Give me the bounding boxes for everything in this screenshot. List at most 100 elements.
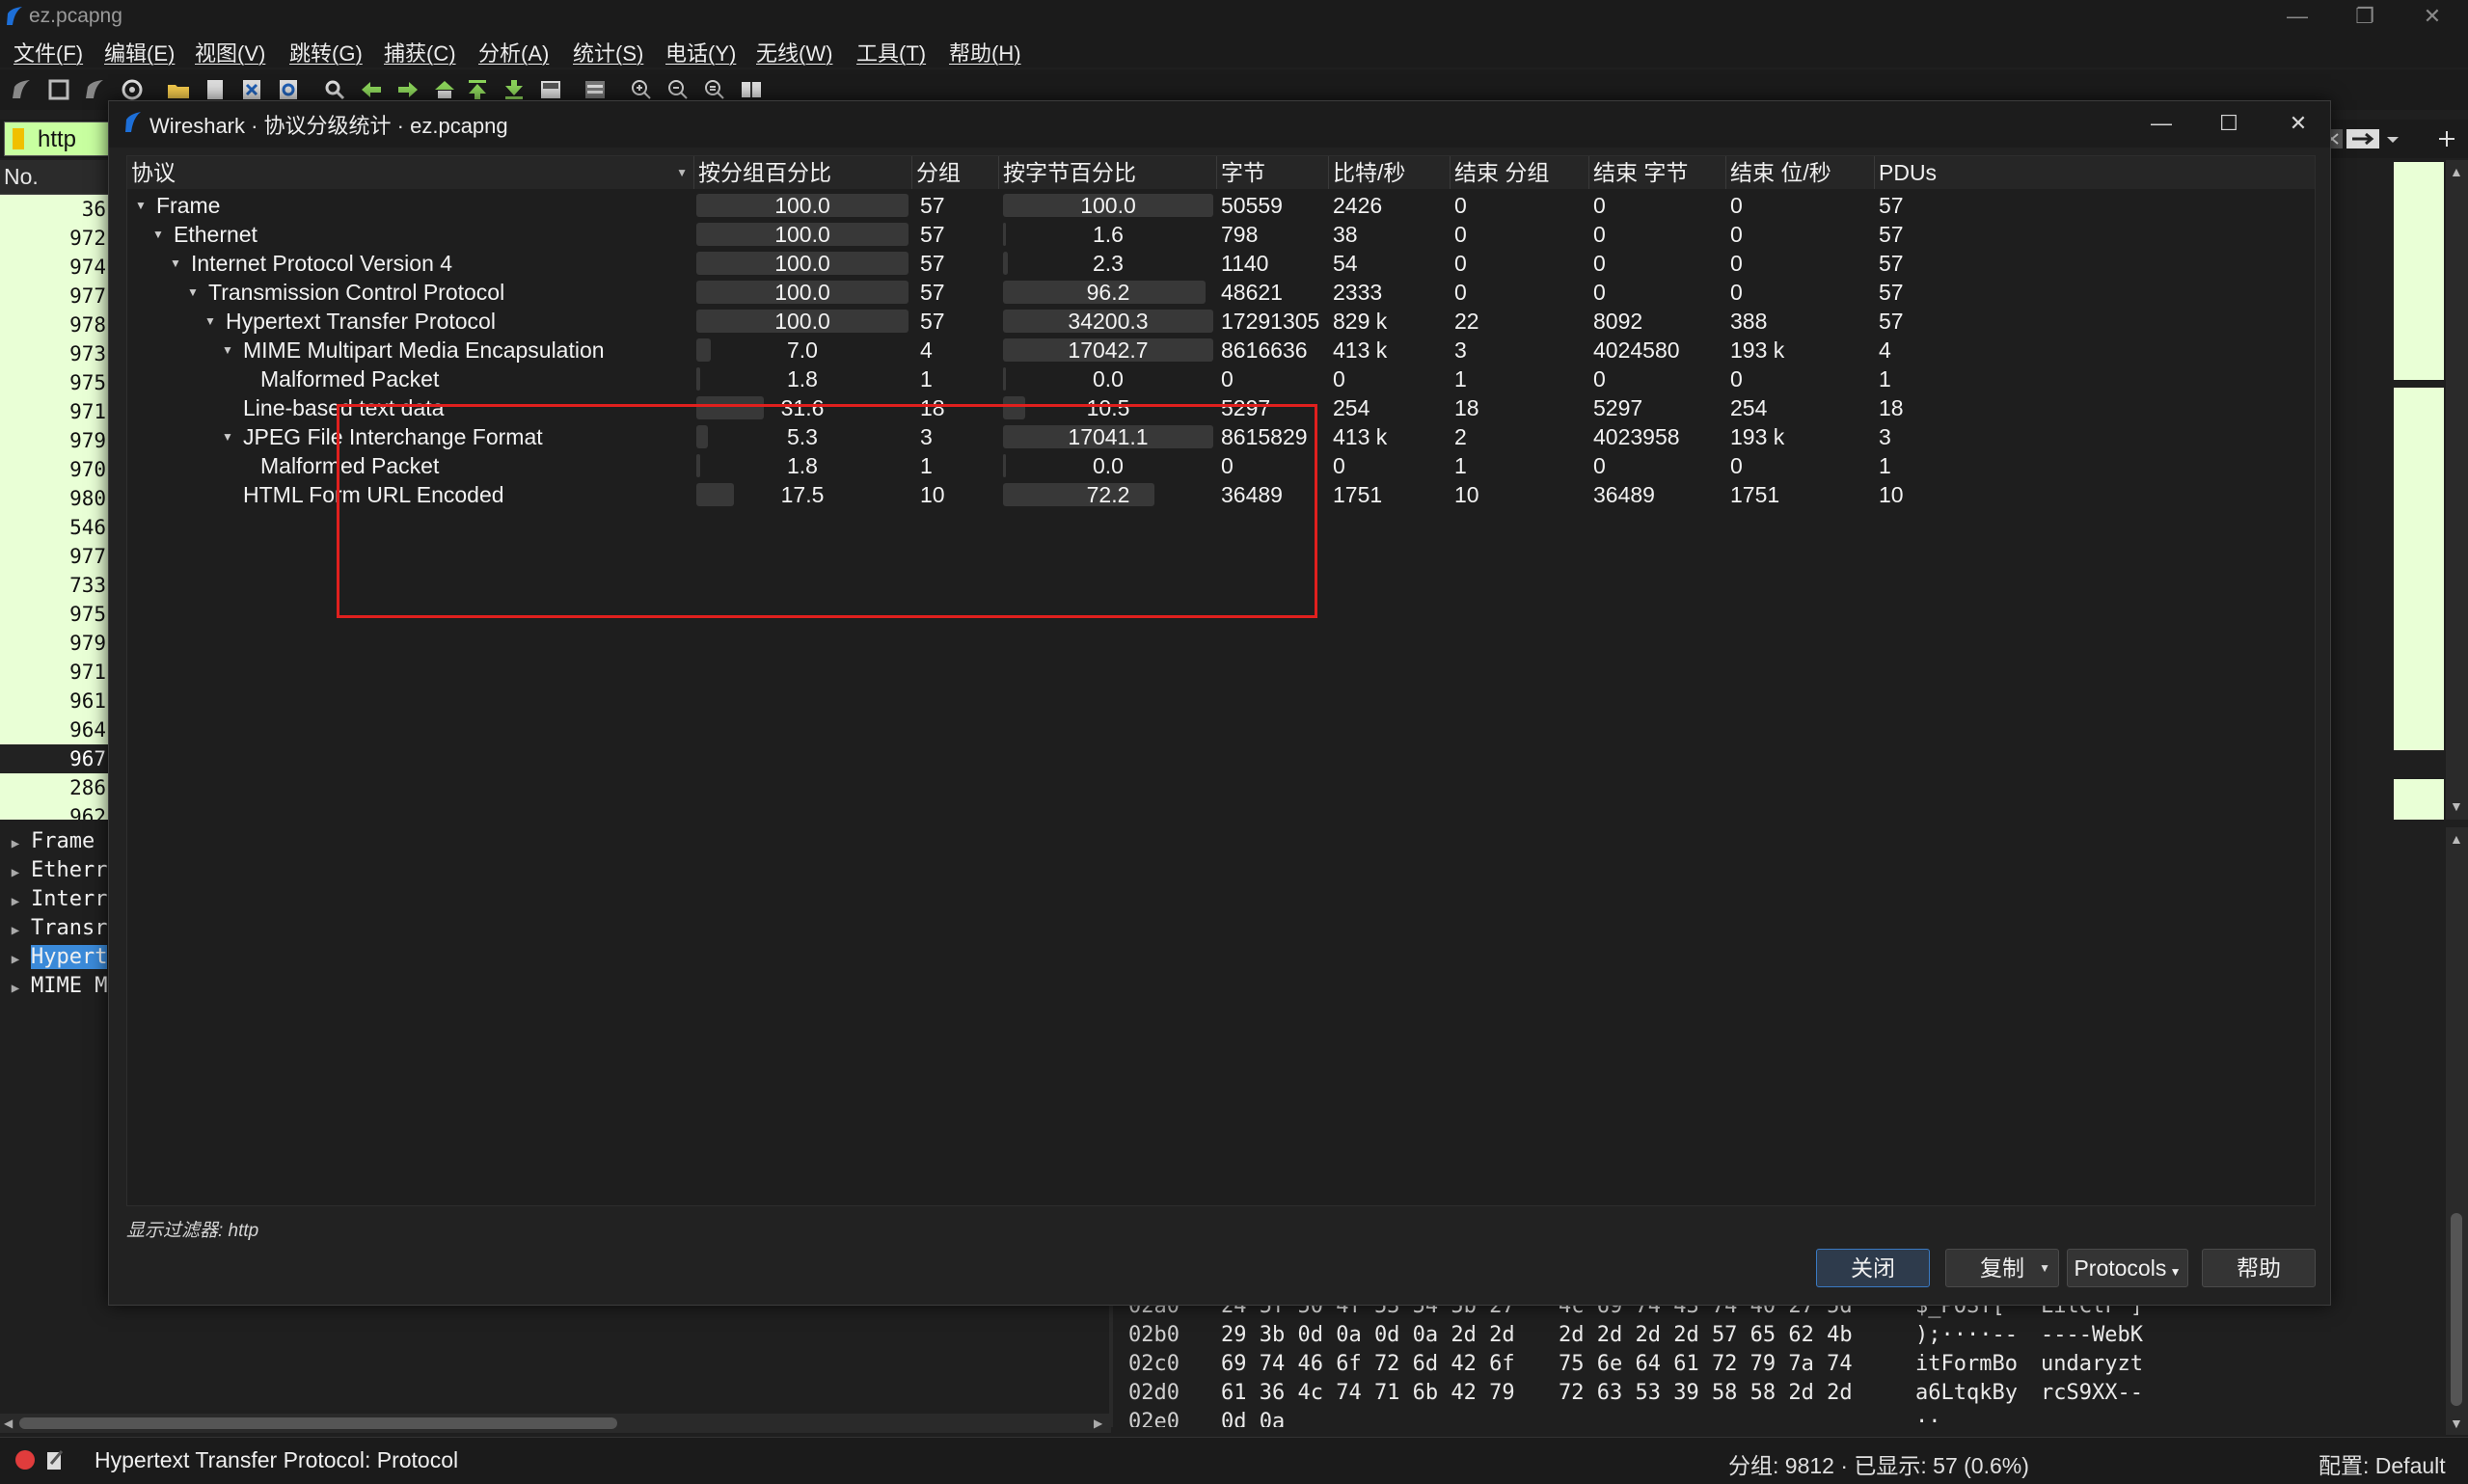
packet-row[interactable]: 979 (0, 629, 108, 658)
detail-row[interactable]: ▶ Frame (0, 827, 108, 856)
help-button[interactable]: 帮助 (2202, 1249, 2316, 1287)
chevron-right-icon[interactable]: ▶ (0, 858, 31, 885)
chevron-right-icon[interactable]: ▶ (0, 974, 31, 1001)
menu-view[interactable]: 视图(V) (195, 37, 265, 67)
capture-options-icon[interactable] (120, 77, 145, 102)
packet-row[interactable]: 972 (0, 224, 108, 253)
packet-row[interactable]: 36 (0, 195, 108, 224)
detail-row[interactable]: ▶ Etherr (0, 856, 108, 885)
column-end-packets[interactable]: 结束 分组 (1451, 156, 1589, 189)
detail-row[interactable]: ▶ Transr (0, 914, 108, 943)
packet-bytes-pane[interactable]: 02a0 24 5f 50 4f 53 54 5b 27 4c 69 74 43 7… (1119, 1302, 2440, 1427)
detail-row[interactable]: ▶ Interr (0, 885, 108, 914)
protocol-row[interactable]: ▼ Internet Protocol Version 4 100.0 2.3 57 11… (127, 249, 2315, 278)
chevron-right-icon[interactable]: ▶ (0, 945, 31, 972)
close-window-button[interactable]: ✕ (2403, 2, 2461, 31)
menu-analyze[interactable]: 分析(A) (478, 37, 549, 67)
packet-row[interactable]: 980 (0, 484, 108, 513)
chevron-down-icon[interactable]: ▼ (183, 278, 203, 307)
chevron-right-icon[interactable]: ▶ (0, 829, 31, 856)
bookmark-icon[interactable] (13, 128, 24, 149)
restart-capture-icon[interactable] (83, 77, 108, 102)
close-file-icon[interactable] (239, 77, 264, 102)
protocol-row[interactable]: ▼ Hypertext Transfer Protocol 100.0 34200.3… (127, 307, 2315, 336)
packet-row[interactable]: 975 (0, 600, 108, 629)
profile-status[interactable]: 配置: Default (2319, 1447, 2446, 1480)
protocol-hierarchy-tree[interactable]: 协议 ▼ 按分组百分比 分组 按字节百分比 字节 比特/秒 结束 分组 结束 字… (126, 155, 2316, 1206)
minimize-button[interactable]: — (2268, 2, 2326, 31)
menu-wireless[interactable]: 无线(W) (756, 37, 832, 67)
bytes-scrollbar[interactable]: ▲ ▼ (2446, 827, 2468, 1435)
packet-row[interactable]: 978 (0, 310, 108, 339)
packet-row[interactable]: 964 (0, 715, 108, 744)
menu-tools[interactable]: 工具(T) (856, 37, 926, 67)
capture-comment-icon[interactable] (46, 1449, 64, 1471)
column-bytes[interactable]: 字节 (1217, 156, 1329, 189)
packet-row[interactable]: 546 (0, 513, 108, 542)
dialog-minimize-button[interactable]: — (2132, 107, 2190, 140)
packet-row[interactable]: 977 (0, 282, 108, 310)
menu-go[interactable]: 跳转(G) (289, 37, 363, 67)
packet-row[interactable]: 962 (0, 802, 108, 820)
packet-list-header[interactable]: No. (0, 160, 116, 195)
menu-file[interactable]: 文件(F) (14, 37, 83, 67)
protocols-button[interactable]: Protocols ▼ (2067, 1249, 2188, 1287)
save-file-icon[interactable] (203, 77, 228, 102)
column-protocol[interactable]: 协议 ▼ (127, 156, 694, 189)
menu-capture[interactable]: 捕获(C) (384, 37, 456, 67)
chevron-down-icon[interactable]: ▼ (166, 249, 185, 278)
packet-row[interactable]: 971 (0, 397, 108, 426)
stop-capture-icon[interactable] (46, 77, 71, 102)
column-bits-per-sec[interactable]: 比特/秒 (1329, 156, 1451, 189)
column-end-bytes[interactable]: 结束 字节 (1589, 156, 1726, 189)
open-file-icon[interactable] (166, 77, 191, 102)
first-packet-icon[interactable] (465, 77, 490, 102)
pane-divider[interactable] (1109, 1302, 1113, 1427)
packet-row[interactable]: 961 (0, 687, 108, 715)
go-forward-icon[interactable] (395, 77, 420, 102)
packet-row[interactable]: 979 (0, 426, 108, 455)
details-hscrollbar[interactable]: ◀ ▶ (0, 1414, 1111, 1433)
menu-edit[interactable]: 编辑(E) (104, 37, 175, 67)
protocol-row[interactable]: ▼ Frame 100.0 100.0 57 50559 2426 0 0 0 57 (127, 191, 2315, 220)
menu-help[interactable]: 帮助(H) (949, 37, 1021, 67)
display-filter-input[interactable]: http (4, 121, 110, 156)
start-capture-icon[interactable] (10, 77, 35, 102)
packet-details-pane[interactable]: ▶ Frame ▶ Etherr ▶ Interr ▶ Transr ▶ Hypert ▶ MIME … (0, 827, 108, 1425)
chevron-down-icon[interactable]: ▼ (218, 336, 237, 364)
chevron-down-icon[interactable]: ▼ (201, 307, 220, 336)
packet-row[interactable]: 974 (0, 253, 108, 282)
find-packet-icon[interactable] (322, 77, 347, 102)
packet-list[interactable]: 36 972 974 977 978 973 975 971 979 970 980 546 977 73… (0, 195, 108, 820)
column-pct-packets[interactable]: 按分组百分比 (694, 156, 912, 189)
dialog-maximize-button[interactable]: ☐ (2200, 107, 2258, 140)
column-packets[interactable]: 分组 (912, 156, 999, 189)
expert-info-icon[interactable] (15, 1450, 35, 1470)
chevron-down-icon[interactable]: ▼ (131, 191, 150, 220)
filter-controls[interactable] (2319, 123, 2464, 154)
colorize-icon[interactable] (583, 77, 608, 102)
chevron-down-icon[interactable]: ▼ (218, 422, 237, 451)
packet-list-scrollbar[interactable]: ▲ ▼ (2446, 160, 2468, 820)
packet-row[interactable]: 975 (0, 368, 108, 397)
column-end-bits-per-sec[interactable]: 结束 位/秒 (1726, 156, 1875, 189)
chevron-right-icon[interactable]: ▶ (0, 916, 31, 943)
reload-file-icon[interactable] (276, 77, 301, 102)
packet-row[interactable]: 973 (0, 339, 108, 368)
packet-row[interactable]: 286 (0, 773, 108, 802)
restore-button[interactable]: ❐ (2336, 2, 2394, 31)
menu-telephony[interactable]: 电话(Y) (665, 37, 736, 67)
zoom-in-icon[interactable] (629, 77, 654, 102)
chevron-down-icon[interactable]: ▼ (149, 220, 168, 249)
close-button[interactable]: 关闭 (1816, 1249, 1930, 1287)
column-pdus[interactable]: PDUs (1875, 156, 2315, 189)
last-packet-icon[interactable] (502, 77, 527, 102)
packet-row[interactable]: 977 (0, 542, 108, 571)
protocol-row[interactable]: ▼ Ethernet 100.0 1.6 57 798 38 0 0 0 57 (127, 220, 2315, 249)
packet-row[interactable]: 733 (0, 571, 108, 600)
zoom-normal-icon[interactable] (702, 77, 727, 102)
protocol-row[interactable]: ▼ Transmission Control Protocol 100.0 96.2 5… (127, 278, 2315, 307)
zoom-out-icon[interactable] (665, 77, 691, 102)
column-no[interactable]: No. (4, 164, 39, 190)
packet-row[interactable]: 971 (0, 658, 108, 687)
